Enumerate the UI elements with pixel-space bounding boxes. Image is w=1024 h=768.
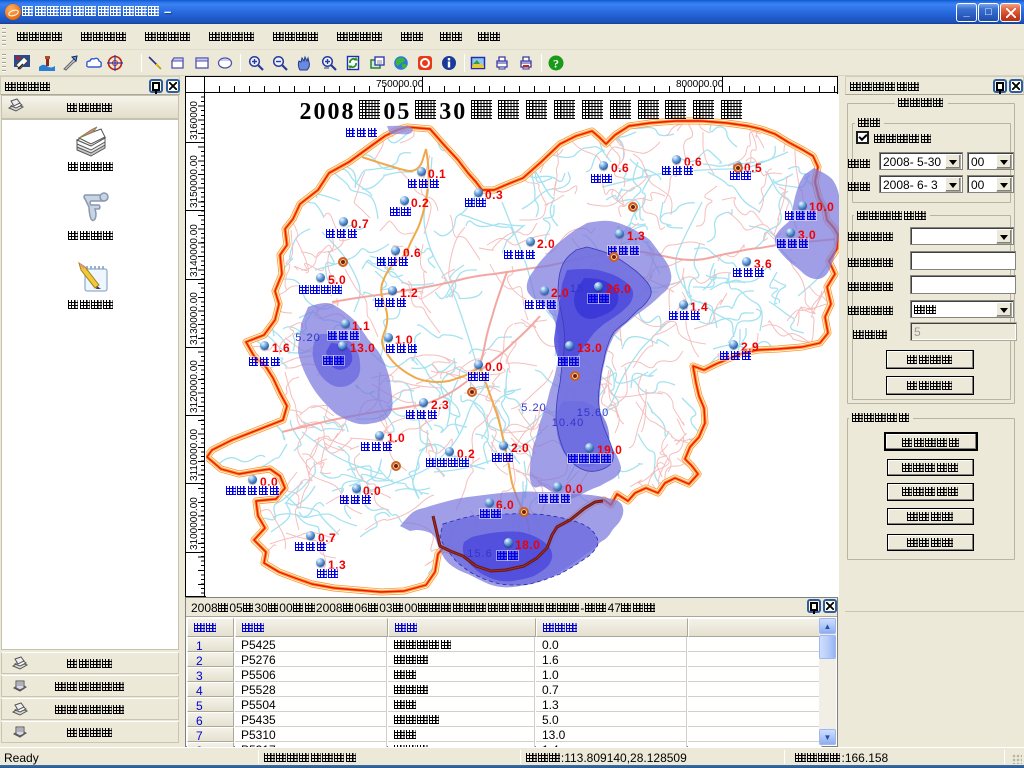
svg-text:?: ? bbox=[553, 57, 559, 71]
